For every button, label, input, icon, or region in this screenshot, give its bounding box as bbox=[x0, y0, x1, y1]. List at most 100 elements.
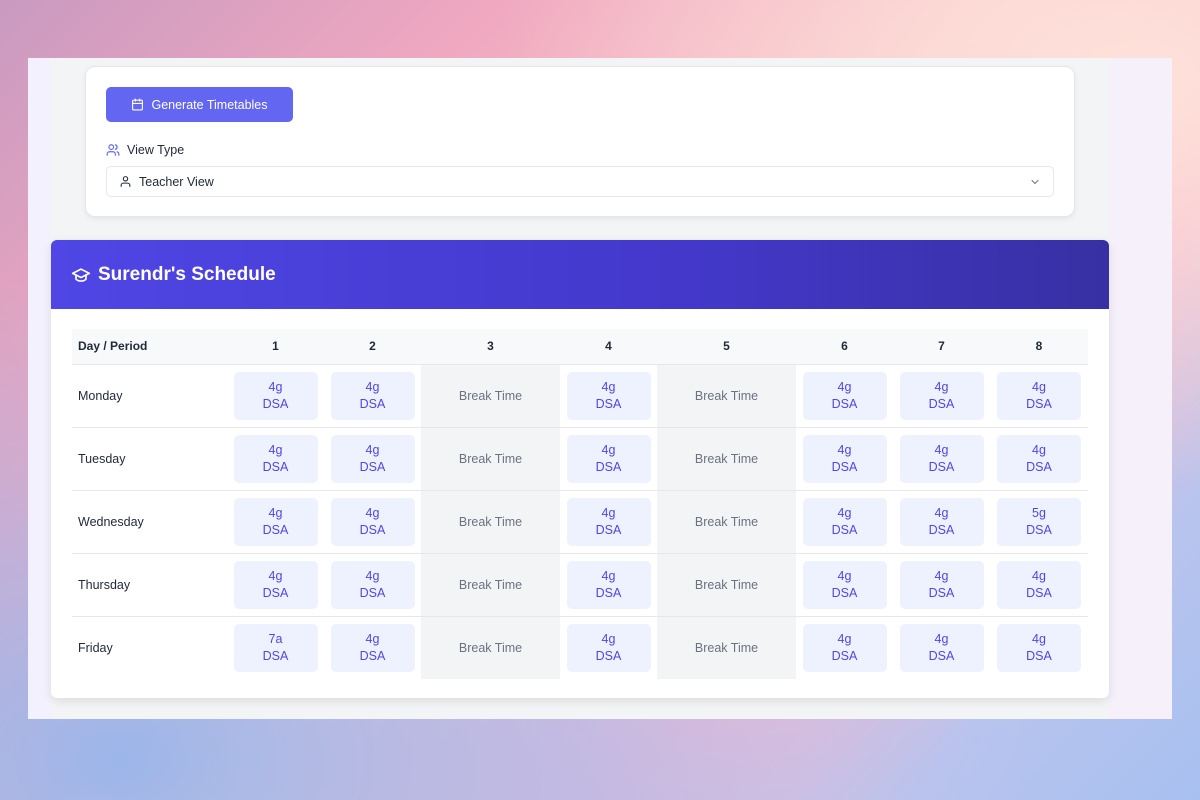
period-cell: 4g DSA bbox=[324, 427, 421, 490]
class-slot[interactable]: 4g DSA bbox=[802, 497, 887, 546]
header-period: 8 bbox=[1035, 339, 1043, 354]
view-type-text: View Type bbox=[127, 143, 185, 157]
class-name: 4g bbox=[268, 443, 283, 457]
subject-name: DSA bbox=[262, 396, 289, 411]
period-cell: 4g DSA bbox=[796, 616, 893, 679]
subject-name: DSA bbox=[359, 648, 386, 663]
day-label: Friday bbox=[78, 640, 113, 655]
period-cell: 4g DSA bbox=[227, 364, 324, 427]
class-slot[interactable]: 4g DSA bbox=[802, 623, 887, 672]
class-slot[interactable]: 4g DSA bbox=[330, 434, 415, 483]
class-slot[interactable]: 4g DSA bbox=[997, 623, 1081, 672]
class-slot[interactable]: 7a DSA bbox=[233, 623, 318, 672]
period-cell: 4g DSA bbox=[990, 553, 1088, 616]
period-cell: 4g DSA bbox=[324, 553, 421, 616]
subject-name: DSA bbox=[831, 648, 858, 663]
subject-name: DSA bbox=[1026, 396, 1052, 411]
subject-name: DSA bbox=[359, 585, 386, 600]
period-cell: 4g DSA bbox=[893, 553, 990, 616]
subject-name: DSA bbox=[359, 396, 386, 411]
period-cell: 4g DSA bbox=[560, 553, 657, 616]
table-row: Tuesday 4g DSA 4g DSA Break Time 4g DSA Break Ti… bbox=[72, 427, 1088, 490]
subject-name: DSA bbox=[595, 648, 622, 663]
break-cell: Break Time bbox=[657, 364, 796, 427]
break-cell: Break Time bbox=[657, 553, 796, 616]
class-name: 4g bbox=[837, 632, 852, 647]
class-slot[interactable]: 5g DSA bbox=[997, 497, 1081, 546]
header-period: 7 bbox=[938, 339, 945, 354]
schedule-body: Monday 4g DSA 4g DSA Break Time 4g DSA Break Tim… bbox=[72, 364, 1088, 679]
class-slot[interactable]: 4g DSA bbox=[802, 434, 887, 483]
class-name: 4g bbox=[837, 506, 852, 520]
class-slot[interactable]: 4g DSA bbox=[566, 434, 651, 483]
subject-name: DSA bbox=[831, 585, 858, 600]
period-cell: 4g DSA bbox=[560, 490, 657, 553]
subject-name: DSA bbox=[262, 585, 289, 600]
period-cell: 4g DSA bbox=[893, 364, 990, 427]
class-slot[interactable]: 4g DSA bbox=[330, 560, 415, 609]
generate-timetables-button[interactable]: Generate Timetables bbox=[106, 87, 293, 122]
subject-name: DSA bbox=[928, 459, 955, 474]
period-cell: 4g DSA bbox=[990, 364, 1088, 427]
class-slot[interactable]: 4g DSA bbox=[899, 560, 984, 609]
subject-name: DSA bbox=[359, 522, 386, 537]
class-slot[interactable]: 4g DSA bbox=[330, 371, 415, 420]
subject-name: DSA bbox=[595, 396, 622, 411]
class-name: 4g bbox=[268, 380, 283, 394]
header-period: 1 bbox=[272, 339, 279, 354]
class-slot[interactable]: 4g DSA bbox=[899, 497, 984, 546]
view-type-select[interactable]: Teacher View bbox=[106, 166, 1054, 197]
schedule-title: Surendr's Schedule bbox=[98, 263, 276, 285]
subject-name: DSA bbox=[831, 522, 858, 537]
class-slot[interactable]: 4g DSA bbox=[899, 371, 984, 420]
subject-name: DSA bbox=[928, 396, 955, 411]
class-slot[interactable]: 4g DSA bbox=[233, 371, 318, 420]
class-slot[interactable]: 4g DSA bbox=[330, 623, 415, 672]
class-slot[interactable]: 4g DSA bbox=[802, 560, 887, 609]
day-label: Monday bbox=[78, 388, 123, 403]
class-name: 4g bbox=[601, 632, 616, 647]
class-name: 4g bbox=[837, 443, 852, 457]
subject-name: DSA bbox=[1026, 585, 1052, 600]
class-slot[interactable]: 4g DSA bbox=[997, 560, 1081, 609]
class-slot[interactable]: 4g DSA bbox=[566, 371, 651, 420]
period-cell: 4g DSA bbox=[796, 364, 893, 427]
break-cell: Break Time bbox=[421, 553, 560, 616]
chevron-down-icon bbox=[1031, 180, 1039, 184]
period-cell: 4g DSA bbox=[796, 427, 893, 490]
class-slot[interactable]: 4g DSA bbox=[566, 497, 651, 546]
subject-name: DSA bbox=[831, 459, 858, 474]
graduation-cap-icon bbox=[71, 267, 91, 282]
subject-name: DSA bbox=[1026, 648, 1052, 663]
class-slot[interactable]: 4g DSA bbox=[566, 560, 651, 609]
class-name: 4g bbox=[837, 380, 852, 394]
class-slot[interactable]: 4g DSA bbox=[233, 434, 318, 483]
period-cell: 4g DSA bbox=[227, 490, 324, 553]
period-cell: 7a DSA bbox=[227, 616, 324, 679]
class-name: 4g bbox=[601, 380, 616, 394]
class-slot[interactable]: 4g DSA bbox=[330, 497, 415, 546]
table-row: Monday 4g DSA 4g DSA Break Time 4g DSA Break Tim… bbox=[72, 364, 1088, 427]
table-row: Friday 7a DSA 4g DSA Break Time 4g DSA Break Tim… bbox=[72, 616, 1088, 679]
class-slot[interactable]: 4g DSA bbox=[233, 560, 318, 609]
class-slot[interactable]: 4g DSA bbox=[899, 434, 984, 483]
class-slot[interactable]: 4g DSA bbox=[566, 623, 651, 672]
header-day-period: Day / Period bbox=[78, 339, 148, 354]
class-name: 4g bbox=[934, 632, 949, 647]
table-row: Wednesday 4g DSA 4g DSA Break Time 4g DSA Break … bbox=[72, 490, 1088, 553]
class-name: 4g bbox=[365, 380, 380, 394]
class-slot[interactable]: 4g DSA bbox=[997, 434, 1081, 483]
class-name: 5g bbox=[1032, 506, 1046, 520]
class-slot[interactable]: 4g DSA bbox=[802, 371, 887, 420]
class-slot[interactable]: 4g DSA bbox=[899, 623, 984, 672]
class-slot[interactable]: 4g DSA bbox=[233, 497, 318, 546]
period-cell: 4g DSA bbox=[324, 490, 421, 553]
left-strip bbox=[28, 58, 50, 719]
view-type-label: View Type bbox=[106, 143, 184, 157]
view-type-selected-value: Teacher View bbox=[139, 174, 214, 189]
break-cell: Break Time bbox=[421, 490, 560, 553]
class-slot[interactable]: 4g DSA bbox=[997, 371, 1081, 420]
schedule-table: Day / Period 1 2 3 4 5 6 7 8 Monday 4g DSA… bbox=[72, 329, 1088, 679]
period-cell: 4g DSA bbox=[893, 490, 990, 553]
subject-name: DSA bbox=[595, 585, 622, 600]
